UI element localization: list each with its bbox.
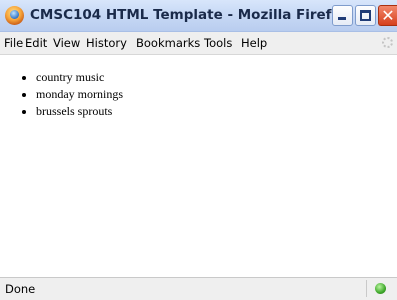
close-button[interactable]: ✕ <box>378 5 397 26</box>
minimize-icon <box>338 17 346 20</box>
throbber-icon <box>382 37 393 48</box>
close-icon: ✕ <box>381 6 395 25</box>
status-text: Done <box>5 282 36 296</box>
window-title: CMSC104 HTML Template - Mozilla Firefox <box>30 7 350 23</box>
window-titlebar[interactable]: CMSC104 HTML Template - Mozilla Firefox … <box>0 0 397 32</box>
menu-tools[interactable]: Tools <box>204 36 232 50</box>
status-divider <box>366 280 367 297</box>
maximize-icon <box>360 10 371 21</box>
menu-help[interactable]: Help <box>241 36 267 50</box>
globe-icon <box>10 10 19 19</box>
menu-bookmarks[interactable]: Bookmarks <box>136 36 200 50</box>
menu-view[interactable]: View <box>53 36 80 50</box>
menu-history[interactable]: History <box>86 36 127 50</box>
minimize-button[interactable] <box>332 5 353 26</box>
status-bar: Done <box>0 277 397 300</box>
status-ok-icon[interactable] <box>375 283 386 294</box>
list-item: country music <box>36 69 123 86</box>
menu-file[interactable]: File <box>4 36 23 50</box>
menu-bar: File Edit View History Bookmarks Tools H… <box>0 32 397 55</box>
maximize-button[interactable] <box>355 5 376 26</box>
page-content: country music monday mornings brussels s… <box>0 55 397 276</box>
list-item: monday mornings <box>36 86 123 103</box>
firefox-logo-icon <box>5 6 24 25</box>
bullet-list: country music monday mornings brussels s… <box>14 69 123 120</box>
menu-edit[interactable]: Edit <box>25 36 47 50</box>
list-item: brussels sprouts <box>36 103 123 120</box>
